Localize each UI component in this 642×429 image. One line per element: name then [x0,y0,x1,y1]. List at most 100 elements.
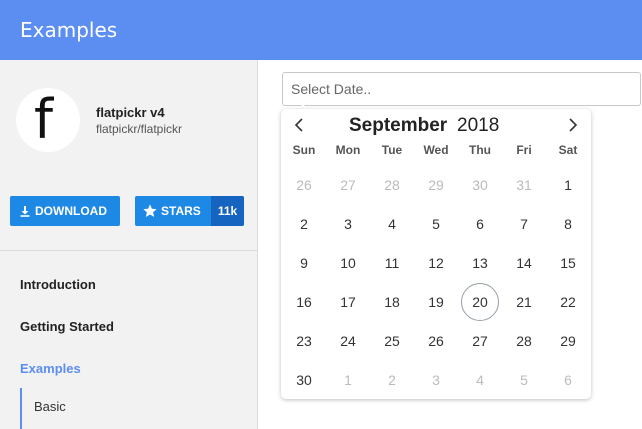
day-number: 31 [516,176,532,193]
day-number: 24 [340,332,356,349]
nav-item-getting-started[interactable]: Getting Started [20,319,114,334]
brand-name[interactable]: flatpickr v4 [96,105,165,120]
day-cell[interactable]: 8 [546,204,590,243]
day-cell[interactable]: 5 [414,204,458,243]
sub-nav-item-basic[interactable]: Basic [34,399,66,414]
day-cell[interactable]: 15 [546,243,590,282]
day-number: 29 [560,332,576,349]
day-cell-other-month[interactable]: 3 [414,360,458,399]
day-cell[interactable]: 26 [414,321,458,360]
day-cell[interactable]: 29 [546,321,590,360]
day-cell[interactable]: 16 [282,282,326,321]
day-number: 6 [476,215,484,232]
day-cell[interactable]: 27 [458,321,502,360]
weekday-label: Mon [335,143,361,157]
day-cell[interactable]: 24 [326,321,370,360]
sidebar-divider [0,250,258,251]
stars-count: 11k [211,196,244,226]
day-cell[interactable]: 23 [282,321,326,360]
day-number: 5 [432,215,440,232]
day-cell-other-month[interactable]: 6 [546,360,590,399]
star-icon [142,203,158,219]
day-number: 30 [472,176,488,193]
day-number: 7 [520,215,528,232]
day-number: 3 [344,215,352,232]
nav-item-introduction[interactable]: Introduction [20,277,96,292]
date-input[interactable] [282,72,641,106]
day-cell[interactable]: 10 [326,243,370,282]
day-number: 26 [428,332,444,349]
day-number: 10 [340,254,356,271]
day-cell-other-month[interactable]: 27 [326,165,370,204]
day-cell[interactable]: 9 [282,243,326,282]
day-cell[interactable]: 12 [414,243,458,282]
day-cell-other-month[interactable]: 26 [282,165,326,204]
chevron-left-icon [294,117,304,137]
day-cell[interactable]: 7 [502,204,546,243]
download-button[interactable]: DOWNLOAD [10,196,120,226]
day-cell[interactable]: 3 [326,204,370,243]
stars-button[interactable]: STARS 11k [135,196,244,226]
day-number: 11 [384,254,400,271]
day-number: 18 [384,293,400,310]
page-title: Examples [20,18,118,42]
day-number: 22 [560,293,576,310]
weekday-label: Tue [381,143,403,157]
weekday-header: Sun Mon Tue Wed Thu Fri Sat [281,143,591,157]
sub-nav-active-indicator [20,388,22,429]
day-cell[interactable]: 13 [458,243,502,282]
day-cell[interactable]: 18 [370,282,414,321]
flatpickr-logo: f [16,88,80,152]
day-number: 1 [344,371,352,388]
weekday-label: Thu [469,143,491,157]
day-cell[interactable]: 11 [370,243,414,282]
day-cell[interactable]: 19 [414,282,458,321]
day-cell[interactable]: 1 [546,165,590,204]
day-cell[interactable]: 17 [326,282,370,321]
day-cell-other-month[interactable]: 4 [458,360,502,399]
day-number: 12 [428,254,444,271]
day-cell[interactable]: 4 [370,204,414,243]
current-year[interactable]: 2018 [457,115,499,137]
day-number: 29 [428,176,444,193]
day-number: 5 [520,371,528,388]
nav-item-examples[interactable]: Examples [20,361,81,376]
day-number: 27 [472,332,488,349]
day-number: 8 [564,215,572,232]
sidebar: f flatpickr v4 flatpickr/flatpickr DOWNL… [0,60,258,429]
day-number: 23 [296,332,312,349]
day-cell-other-month[interactable]: 29 [414,165,458,204]
day-cell-other-month[interactable]: 30 [458,165,502,204]
day-cell-other-month[interactable]: 1 [326,360,370,399]
day-cell[interactable]: 25 [370,321,414,360]
day-cell[interactable]: 21 [502,282,546,321]
day-cell-other-month[interactable]: 2 [370,360,414,399]
top-bar: Examples [0,0,642,60]
day-number: 4 [388,215,396,232]
day-number: 14 [516,254,532,271]
day-number: 4 [476,371,484,388]
day-cell[interactable]: 14 [502,243,546,282]
day-cell-other-month[interactable]: 28 [370,165,414,204]
day-cell[interactable]: 30 [282,360,326,399]
day-cell-today[interactable]: 20 [458,282,502,321]
prev-month-button[interactable] [289,117,309,137]
day-cell-other-month[interactable]: 31 [502,165,546,204]
day-cell[interactable]: 2 [282,204,326,243]
day-cell[interactable]: 28 [502,321,546,360]
day-cell[interactable]: 22 [546,282,590,321]
day-number: 9 [300,254,308,271]
current-month[interactable]: September [349,115,447,137]
day-number: 21 [516,293,532,310]
day-number: 17 [340,293,356,310]
day-cell-other-month[interactable]: 5 [502,360,546,399]
next-month-button[interactable] [563,117,583,137]
day-number: 19 [428,293,444,310]
day-number: 2 [300,215,308,232]
day-number: 27 [340,176,356,193]
day-number: 25 [384,332,400,349]
calendar-popup: September 2018 Sun Mon Tue Wed Thu Fri Sat 26 2… [281,109,591,399]
brand-repo[interactable]: flatpickr/flatpickr [96,122,182,136]
day-cell[interactable]: 6 [458,204,502,243]
stars-label: STARS [161,204,201,218]
